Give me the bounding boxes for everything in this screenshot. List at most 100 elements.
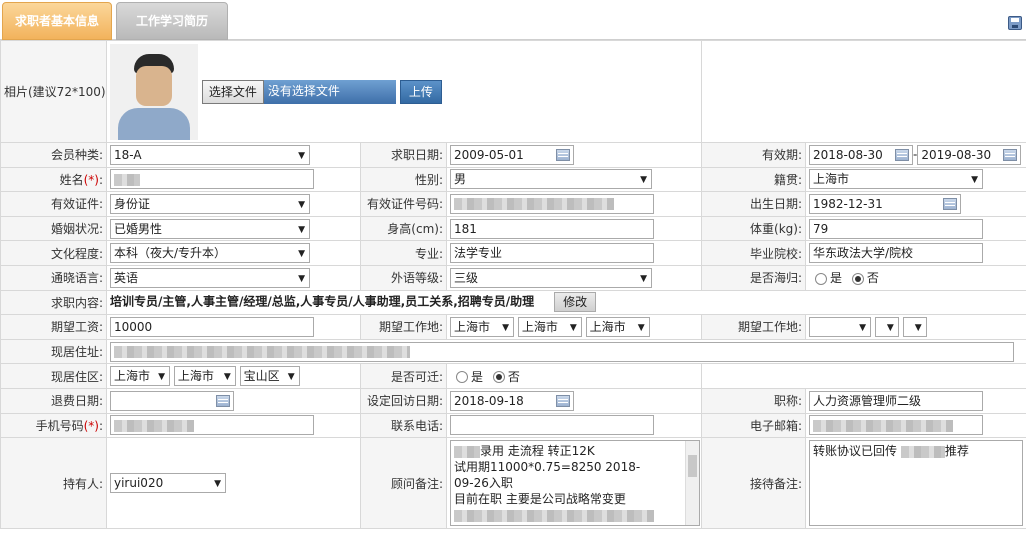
native-place-label: 籍贯: bbox=[701, 166, 806, 193]
gender-select[interactable]: 男 ▼ bbox=[450, 169, 652, 190]
relocate-no-radio[interactable] bbox=[492, 371, 505, 384]
title-input[interactable]: 人力资源管理师二级 bbox=[809, 390, 983, 411]
chevron-down-icon: ▼ bbox=[971, 175, 978, 186]
weight-input[interactable]: 79 bbox=[809, 218, 983, 239]
phone-input[interactable] bbox=[450, 415, 654, 436]
holder-select[interactable]: yirui020 ▼ bbox=[110, 473, 226, 494]
chevron-down-icon: ▼ bbox=[287, 372, 295, 383]
save-icon[interactable] bbox=[1008, 16, 1022, 30]
relocate-label: 是否可迁: bbox=[360, 363, 447, 389]
calendar-icon[interactable] bbox=[216, 394, 230, 407]
language-label: 通晓语言: bbox=[0, 264, 107, 291]
refund-date-input[interactable] bbox=[110, 390, 234, 411]
birth-date-label: 出生日期: bbox=[701, 191, 806, 217]
edit-job-content-button[interactable]: 修改 bbox=[554, 292, 597, 313]
language-level-select[interactable]: 三级 ▼ bbox=[450, 267, 652, 288]
candidate-photo bbox=[110, 43, 198, 140]
area-city-select[interactable]: 上海市 ▼ bbox=[173, 366, 236, 387]
chevron-down-icon: ▼ bbox=[640, 175, 647, 186]
birth-date-input[interactable]: 1982-12-31 bbox=[809, 193, 961, 214]
relocate-no-label: 否 bbox=[507, 369, 520, 384]
calendar-icon[interactable] bbox=[943, 197, 957, 210]
id-type-select[interactable]: 身份证 ▼ bbox=[110, 193, 310, 214]
candidate-form: 相片(建议72*100): 选择文件 没有选择文件 上传 会员种类: 18-A ▼ 求… bbox=[0, 40, 1026, 530]
overseas-yes-radio[interactable] bbox=[815, 272, 827, 285]
calendar-icon[interactable] bbox=[556, 148, 570, 161]
chevron-down-icon: ▼ bbox=[859, 322, 866, 333]
refund-date-label: 退费日期: bbox=[0, 387, 107, 414]
current-area-label: 现居住区: bbox=[0, 363, 107, 389]
chevron-down-icon: ▼ bbox=[886, 322, 894, 333]
language-select[interactable]: 英语 ▼ bbox=[110, 267, 310, 288]
education-select[interactable]: 本科（夜大/专升本） ▼ bbox=[110, 243, 310, 264]
chevron-down-icon: ▼ bbox=[298, 273, 305, 284]
file-name-display: 没有选择文件 bbox=[263, 79, 396, 104]
relocate-yes-radio[interactable] bbox=[456, 371, 468, 384]
tab-basic-info[interactable]: 求职者基本信息 bbox=[2, 2, 112, 40]
calendar-icon[interactable] bbox=[1003, 148, 1018, 161]
overseas-no-label: 否 bbox=[866, 271, 879, 286]
member-type-select[interactable]: 18-A ▼ bbox=[110, 144, 310, 165]
holder-label: 持有人: bbox=[0, 437, 107, 530]
followup-date-input[interactable]: 2018-09-18 bbox=[450, 390, 574, 411]
followup-date-label: 设定回访日期: bbox=[360, 387, 447, 414]
expected-place-2-district-select[interactable]: ▼ bbox=[902, 316, 927, 337]
reception-note-textarea[interactable]: 转账协议已回传 推荐 bbox=[809, 440, 1023, 527]
calendar-icon[interactable] bbox=[556, 394, 570, 407]
reception-note-label: 接待备注: bbox=[701, 437, 806, 530]
area-province-select[interactable]: 上海市 ▼ bbox=[110, 366, 170, 387]
marital-label: 婚姻状况: bbox=[0, 215, 107, 242]
job-content-label: 求职内容: bbox=[0, 289, 107, 316]
advisor-note-label: 顾问备注: bbox=[360, 437, 447, 530]
chevron-down-icon: ▼ bbox=[502, 322, 509, 333]
choose-file-button[interactable]: 选择文件 bbox=[201, 79, 264, 104]
chevron-down-icon: ▼ bbox=[298, 150, 305, 161]
upload-button[interactable]: 上传 bbox=[399, 79, 442, 104]
scrollbar[interactable] bbox=[685, 441, 699, 526]
expected-province-select[interactable]: 上海市 ▼ bbox=[450, 316, 514, 337]
name-label: 姓名(*): bbox=[0, 166, 107, 193]
email-input[interactable] bbox=[809, 415, 983, 436]
chevron-down-icon: ▼ bbox=[298, 199, 305, 210]
job-content-text: 培训专员/主管,人事主管/经理/总监,人事专员/人事助理,员工关系,招聘专员/助… bbox=[110, 294, 535, 309]
phone-label: 联系电话: bbox=[360, 412, 447, 439]
expected-place-2-city-select[interactable]: ▼ bbox=[874, 316, 899, 337]
gender-label: 性别: bbox=[360, 166, 447, 193]
major-label: 专业: bbox=[360, 240, 447, 266]
education-label: 文化程度: bbox=[0, 240, 107, 266]
current-address-input[interactable] bbox=[110, 341, 1014, 362]
mobile-label: 手机号码(*): bbox=[0, 412, 107, 439]
job-date-input[interactable]: 2009-05-01 bbox=[450, 144, 574, 165]
major-input[interactable]: 法学专业 bbox=[450, 243, 654, 264]
valid-to-input[interactable]: 2019-08-30 bbox=[917, 144, 1022, 165]
expected-district-select[interactable]: 上海市 ▼ bbox=[585, 316, 650, 337]
overseas-no-radio[interactable] bbox=[851, 272, 864, 285]
tab-resume[interactable]: 工作学习简历 bbox=[116, 2, 228, 40]
language-level-label: 外语等级: bbox=[360, 264, 447, 291]
valid-from-input[interactable]: 2018-08-30 bbox=[809, 144, 913, 165]
height-label: 身高(cm): bbox=[360, 215, 447, 242]
job-date-label: 求职日期: bbox=[360, 142, 447, 168]
marital-select[interactable]: 已婚男性 ▼ bbox=[110, 218, 310, 239]
advisor-note-textarea[interactable]: 录用 走流程 转正12K 试用期11000*0.75=8250 2018- 09… bbox=[450, 440, 700, 527]
mobile-input[interactable] bbox=[110, 415, 314, 436]
top-bar: 求职者基本信息 工作学习简历 bbox=[0, 0, 1026, 40]
id-type-label: 有效证件: bbox=[0, 191, 107, 217]
calendar-icon[interactable] bbox=[895, 148, 909, 161]
expected-salary-input[interactable]: 10000 bbox=[110, 316, 314, 337]
id-number-input[interactable] bbox=[450, 193, 654, 214]
school-input[interactable]: 华东政法大学/院校 bbox=[809, 243, 983, 264]
chevron-down-icon: ▼ bbox=[214, 479, 221, 490]
expected-city-select[interactable]: 上海市 ▼ bbox=[517, 316, 582, 337]
weight-label: 体重(kg): bbox=[701, 215, 806, 242]
native-place-select[interactable]: 上海市 ▼ bbox=[809, 169, 983, 190]
area-district-select[interactable]: 宝山区 ▼ bbox=[239, 366, 300, 387]
chevron-down-icon: ▼ bbox=[914, 322, 922, 333]
expected-place-2-province-select[interactable]: ▼ bbox=[809, 316, 871, 337]
overseas-label: 是否海归: bbox=[701, 264, 806, 291]
overseas-yes-label: 是 bbox=[830, 271, 843, 286]
height-input[interactable]: 181 bbox=[450, 218, 654, 239]
name-input[interactable] bbox=[110, 169, 314, 190]
chevron-down-icon: ▼ bbox=[569, 322, 577, 333]
current-address-label: 现居住址: bbox=[0, 338, 107, 365]
